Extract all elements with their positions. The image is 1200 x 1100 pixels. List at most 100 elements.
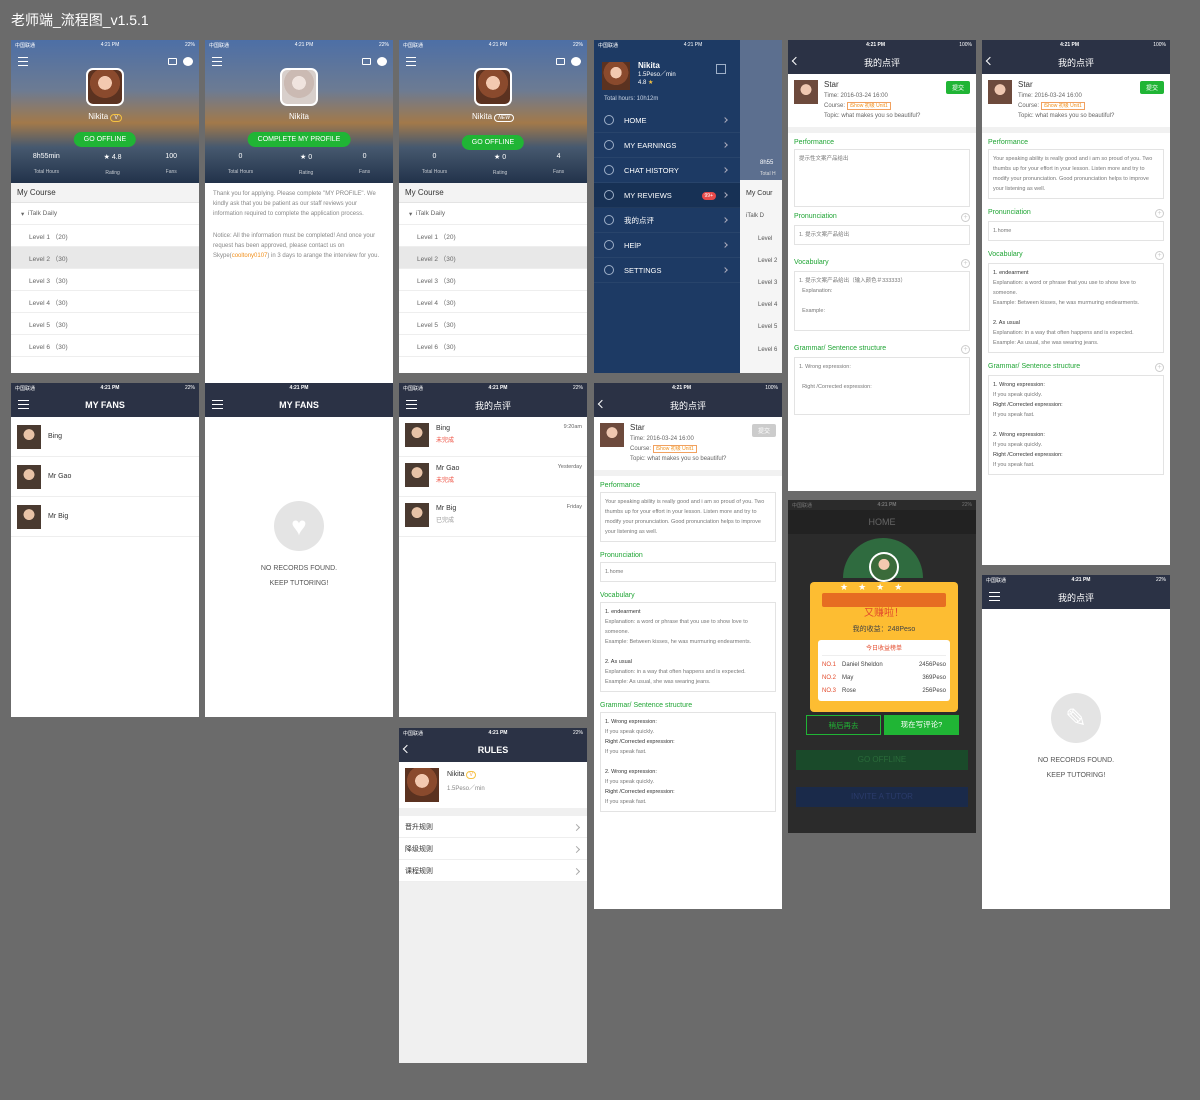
menu-help[interactable]: HElP [594,233,740,258]
home-icon [604,115,614,125]
menu-icon[interactable] [406,400,417,412]
nav-bar: 我的点评 [982,50,1170,74]
level-item[interactable]: Level 1 （20) [399,225,587,247]
submit-button[interactable]: 提交 [751,424,776,437]
add-icon[interactable]: + [1155,209,1164,218]
edit-icon: ✎ [1051,693,1101,743]
performance-header: Performance [794,139,835,146]
earnings-popup: ★★★★ 又赚啦！ 我的收益：248Peso 今日收益榜单 NO.1 Daniel… [810,552,958,712]
add-icon[interactable]: + [1155,251,1164,260]
menu-icon[interactable] [18,57,28,69]
avatar [17,504,41,529]
menu-icon[interactable] [989,592,1000,604]
course-item[interactable]: ▾ iTalk Daily [11,203,199,225]
star-icon [604,190,614,200]
share-icon[interactable] [168,58,177,65]
menu-reviews[interactable]: MY REVIEWS 99+ [594,183,740,208]
go-offline-button[interactable]: GO OFFLINE [73,132,137,147]
vocabulary-text[interactable]: 1. endearment Explanation: a word or phra… [988,263,1164,353]
back-icon[interactable] [402,744,412,754]
level-item[interactable]: Level 4 （30) [11,291,199,313]
avatar [17,464,41,489]
avatar [869,552,899,582]
menu-my-comments[interactable]: 我的点评 [594,208,740,233]
course-item[interactable]: ▾ iTalk Daily [399,203,587,225]
back-icon[interactable] [985,56,995,66]
level-item[interactable]: Level 6 （30) [11,335,199,357]
avatar [405,423,429,447]
write-review-button[interactable]: 现在写评论? [884,715,959,735]
chat-icon [604,165,614,175]
level-item[interactable]: Level 6 （30) [399,335,587,357]
menu-chat[interactable]: CHAT HISTORY [594,158,740,183]
go-offline-button[interactable]: GO OFFLINE [461,135,525,150]
pronunciation-input[interactable]: 1. 提示文案产品给出 [794,225,970,245]
chat-icon[interactable] [183,57,193,66]
add-icon[interactable]: + [961,259,970,268]
menu-icon[interactable] [212,400,223,412]
rule-item[interactable]: 晋升规则 [399,816,587,838]
back-icon[interactable] [791,56,801,66]
share-icon[interactable] [556,58,565,65]
level-item[interactable]: Level 5 （30) [11,313,199,335]
rule-item[interactable]: 课程规则 [399,860,587,882]
level-item[interactable]: Level 2 （30) [11,247,199,269]
review-item[interactable]: Mr Big 已完成 Friday [399,497,587,537]
level-item[interactable]: Level 3 （30) [399,269,587,291]
drawer-profile[interactable]: Nikita 1.5Peso／min 4.8 ★ [594,50,740,96]
edit-icon [604,215,614,225]
fan-item[interactable]: Mr Big [11,497,199,537]
notice-text: Notice: All the information must be comp… [213,233,380,259]
home-hero: 中国联通 4:21 PM 22% Nikita V GO OFFLINE 8h55m… [11,40,199,183]
performance-text[interactable]: Your speaking ability is really good and… [988,149,1164,199]
pronunciation-text[interactable]: 1.home [988,221,1164,241]
vocabulary-text: 1. endearment Explanation: a word or phra… [600,602,776,692]
menu-icon[interactable] [212,57,222,69]
go-offline-button: GO OFFLINE [796,750,968,770]
add-icon[interactable]: + [1155,363,1164,372]
menu-icon[interactable] [18,400,29,412]
fan-item[interactable]: Mr Gao [11,457,199,497]
drawer-peek: 8h55 Total H My Cour iTalk D Level Level… [740,40,782,373]
chat-icon[interactable] [571,57,581,66]
share-icon[interactable] [362,58,371,65]
back-icon[interactable] [597,399,607,409]
avatar[interactable] [280,68,318,106]
qr-icon[interactable] [716,64,726,74]
star-icon: ★★★★ [840,582,913,592]
menu-settings[interactable]: SETTINGS [594,258,740,283]
level-item[interactable]: Level 1 （20) [11,225,199,247]
avatar [405,463,429,487]
add-icon[interactable]: + [961,345,970,354]
level-item[interactable]: Level 3 （30) [11,269,199,291]
level-item[interactable]: Level 4 （30) [399,291,587,313]
reviews-list-screen: 中国联通 4:21 PM 22% 我的点评 Bing 未完成 9:20am Mr Gao… [399,383,587,717]
avatar[interactable] [474,68,512,106]
student-card: Star Time: 2016-03-24 16:00 Course: iShow … [982,74,1170,133]
rules-profile: Nikita V 1.5Peso／min [399,762,587,808]
later-button[interactable]: 稍后再去 [806,715,881,735]
review-item[interactable]: Bing 未完成 9:20am [399,417,587,457]
performance-input[interactable]: 提示性文案产品给出 [794,149,970,207]
chat-icon[interactable] [377,57,387,66]
menu-earnings[interactable]: MY EARNINGS [594,133,740,158]
level-item[interactable]: Level 5 （30) [399,313,587,335]
submit-button[interactable]: 提交 [945,81,970,94]
complete-profile-button[interactable]: COMPLETE MY PROFILE [247,132,351,147]
grammar-input[interactable]: 1. Wrong expression: Right /Corrected ex… [794,357,970,415]
fan-item[interactable]: Bing [11,417,199,457]
submit-button[interactable]: 提交 [1139,81,1164,94]
menu-icon[interactable] [406,57,416,69]
review-filled-screen: 4:21 PM 100% 我的点评 Star Time: 2016-03-24 16… [982,40,1170,565]
add-icon[interactable]: + [961,213,970,222]
level-item[interactable]: Level 2 （30) [399,247,587,269]
empty-state: ♥ NO RECORDS FOUND. KEEP TUTORING! [205,501,393,591]
grammar-text[interactable]: 1. Wrong expression: If you speak quickly… [988,375,1164,475]
menu-home[interactable]: HOME [594,108,740,133]
review-item[interactable]: Mr Gao 未完成 Yesterday [399,457,587,497]
vocabulary-input[interactable]: 1. 提示文案产品给出（输入颜色＃333333） Explanation: Ex… [794,271,970,331]
apply-hero: 中国联通 4:21 PM 22% Nikita COMPLETE MY PROFIL… [205,40,393,183]
rule-item[interactable]: 降级规则 [399,838,587,860]
avatar [794,80,818,104]
avatar[interactable] [86,68,124,106]
